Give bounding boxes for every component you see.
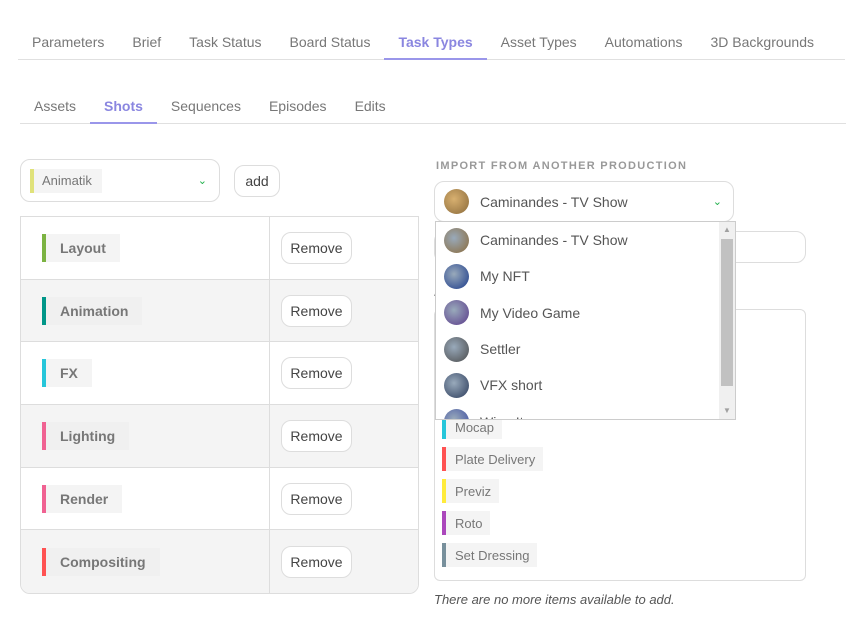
subtab-episodes[interactable]: Episodes [255,92,341,124]
import-label: IMPORT FROM ANOTHER PRODUCTION [436,160,688,172]
action-cell: Remove [270,217,418,279]
sub-tabs: Assets Shots Sequences Episodes Edits [20,92,846,124]
remove-button[interactable]: Remove [281,231,352,264]
table-row: Compositing Remove [21,530,418,594]
task-type-cell: Animation [21,279,270,342]
chevron-down-icon: ⌄ [712,196,722,208]
available-type-tag[interactable]: Plate Delivery [442,447,544,471]
task-type-select-value: Animatik [30,168,102,193]
available-type-tag[interactable]: Set Dressing [442,543,538,567]
production-option[interactable]: Wing It [436,403,735,419]
scroll-down-arrow-icon[interactable]: ▼ [719,403,735,419]
tab-board-status[interactable]: Board Status [276,28,385,60]
table-row: Layout Remove [21,217,418,280]
production-avatar [444,336,469,362]
task-type-tag: Animation [42,296,143,325]
action-cell: Remove [270,530,418,593]
task-type-cell: Layout [21,217,270,279]
action-cell: Remove [270,405,418,467]
task-type-tag: Compositing [42,547,160,576]
task-type-cell: Compositing [21,530,270,594]
action-cell: Remove [270,280,418,342]
production-avatar [444,189,469,214]
production-select[interactable]: Caminandes - TV Show ⌄ [434,181,734,222]
task-type-cell: Render [21,467,270,530]
table-row: Lighting Remove [21,405,418,468]
subtab-shots[interactable]: Shots [90,92,157,124]
production-avatar [444,300,469,326]
action-cell: Remove [270,342,418,404]
task-type-cell: Lighting [21,405,270,467]
available-type-tag[interactable]: Roto [442,511,491,535]
production-avatar [444,409,469,419]
remove-button[interactable]: Remove [281,294,352,327]
tab-brief[interactable]: Brief [118,28,175,60]
remove-button[interactable]: Remove [281,545,352,578]
chevron-down-icon: ⌄ [197,175,207,187]
table-row: Animation Remove [21,279,418,343]
add-button[interactable]: add [234,165,280,197]
production-option[interactable]: Caminandes - TV Show [436,222,735,258]
task-type-tag: Render [42,484,123,513]
subtab-edits[interactable]: Edits [341,92,400,124]
subtab-sequences[interactable]: Sequences [157,92,255,124]
production-dropdown[interactable]: Caminandes - TV Show My NFT My Video Gam… [435,221,736,420]
task-type-tag: Layout [42,233,120,262]
tab-task-types[interactable]: Task Types [384,28,487,60]
production-option[interactable]: Settler [436,331,735,367]
available-types-list: Mocap Plate Delivery Previz Roto Set Dre… [442,415,544,567]
tab-task-status[interactable]: Task Status [175,28,275,60]
task-type-select[interactable]: Animatik ⌄ [20,159,220,202]
production-avatar [444,263,469,289]
no-more-text: There are no more items available to add… [434,592,675,607]
production-avatar [444,227,469,253]
tab-automations[interactable]: Automations [591,28,697,60]
table-row: FX Remove [21,342,418,406]
remove-button[interactable]: Remove [281,419,352,452]
tab-3d-backgrounds[interactable]: 3D Backgrounds [697,28,829,60]
production-avatar [444,372,469,398]
task-type-cell: FX [21,342,270,405]
subtab-assets[interactable]: Assets [20,92,90,124]
task-types-table: Layout Remove Animation Remove FX Remove… [20,216,419,595]
production-option[interactable]: VFX short [436,367,735,403]
production-option[interactable]: My Video Game [436,295,735,331]
tab-parameters[interactable]: Parameters [18,28,118,60]
scroll-thumb[interactable] [721,239,733,386]
available-type-tag[interactable]: Previz [442,479,500,503]
main-tabs: Parameters Brief Task Status Board Status Ta… [18,28,845,60]
table-row: Render Remove [21,467,418,531]
task-type-tag: FX [42,359,92,388]
action-cell: Remove [270,468,418,530]
scrollbar[interactable]: ▲ ▼ [719,222,735,419]
remove-button[interactable]: Remove [281,357,352,390]
scroll-up-arrow-icon[interactable]: ▲ [719,222,735,238]
production-option[interactable]: My NFT [436,258,735,294]
task-type-tag: Lighting [42,421,130,450]
remove-button[interactable]: Remove [281,482,352,515]
tab-asset-types[interactable]: Asset Types [487,28,591,60]
